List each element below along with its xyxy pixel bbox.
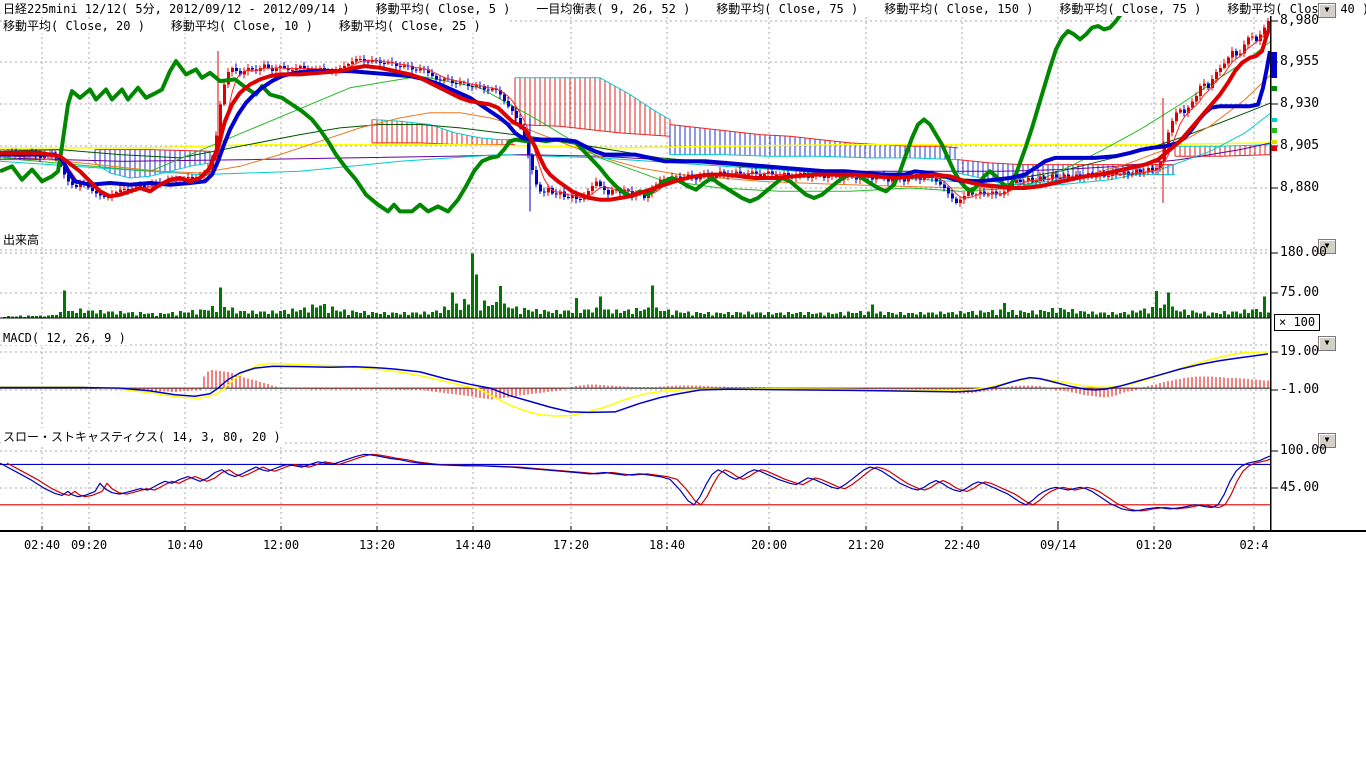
- time-axis-tick-label: 09:20: [71, 538, 107, 552]
- legend-item: 移動平均( Close, 20 ): [3, 19, 145, 33]
- price-axis-tick-label: 8,905: [1280, 138, 1319, 153]
- time-axis-tick-label: 13:20: [359, 538, 395, 552]
- legend-row-2: 移動平均( Close, 20 ) 移動平均( Close, 10 ) 移動平均( …: [3, 19, 507, 33]
- legend-row-1: 日経225mini 12/12( 5分, 2012/09/12 - 2012/0…: [3, 2, 1366, 16]
- legend-item: 移動平均( Close, 150 ): [884, 2, 1033, 16]
- time-axis-tick-label: 02:4: [1240, 538, 1269, 552]
- time-axis-tick-label: 02:40: [24, 538, 60, 552]
- stoch-pane-label: スロー・ストキャスティクス( 14, 3, 80, 20 ): [1, 428, 283, 445]
- volume-axis-tick-label: 75.00: [1280, 285, 1319, 300]
- time-axis-tick-label: 14:40: [455, 538, 491, 552]
- price-axis-tick-label: 8,955: [1280, 54, 1319, 69]
- macd-pane-label: MACD( 12, 26, 9 ): [1, 331, 128, 345]
- price-axis-tick-label: 8,880: [1280, 180, 1319, 195]
- macd-pane-dropdown-button[interactable]: ▼: [1318, 336, 1336, 351]
- price-axis-tick-label: 8,930: [1280, 96, 1319, 111]
- legend-item: 移動平均( Close, 75 ): [716, 2, 858, 16]
- chevron-down-icon: ▼: [1325, 5, 1330, 14]
- chevron-down-icon: ▼: [1325, 338, 1330, 347]
- macd-axis-tick-label: -1.00: [1280, 382, 1319, 397]
- price-axis-tick-label: 8,980: [1280, 13, 1319, 28]
- volume-axis-tick-label: 180.00: [1280, 245, 1327, 260]
- stoch-axis-tick-label: 100.00: [1280, 443, 1327, 458]
- time-axis-tick-label: 17:20: [553, 538, 589, 552]
- legend-item: 一目均衡表( 9, 26, 52 ): [536, 2, 690, 16]
- time-axis-tick-label: 10:40: [167, 538, 203, 552]
- legend-item: 移動平均( Close, 75 ): [1059, 2, 1201, 16]
- time-axis-tick-label: 21:20: [848, 538, 884, 552]
- time-axis-tick-label: 01:20: [1136, 538, 1172, 552]
- chart-canvas: [0, 0, 1366, 768]
- time-axis-tick-label: 09/14: [1040, 538, 1076, 552]
- time-axis-tick-label: 22:40: [944, 538, 980, 552]
- stoch-axis-tick-label: 45.00: [1280, 480, 1319, 495]
- chart-application-window: { "header": { "row1": [ "日経225mini 12/12…: [0, 0, 1366, 768]
- volume-pane-label: 出来高: [1, 231, 41, 248]
- legend-item: 移動平均( Close, 25 ): [339, 19, 481, 33]
- time-axis-tick-label: 20:00: [751, 538, 787, 552]
- volume-multiplier-badge: × 100: [1274, 314, 1320, 331]
- macd-axis-tick-label: 19.00: [1280, 344, 1319, 359]
- price-pane-dropdown-button[interactable]: ▼: [1318, 3, 1336, 18]
- legend-item: 移動平均( Close, 5 ): [376, 2, 511, 16]
- time-axis-tick-label: 12:00: [263, 538, 299, 552]
- legend-item: 日経225mini 12/12( 5分, 2012/09/12 - 2012/0…: [3, 2, 350, 16]
- time-axis-tick-label: 18:40: [649, 538, 685, 552]
- legend-item: 移動平均( Close, 10 ): [171, 19, 313, 33]
